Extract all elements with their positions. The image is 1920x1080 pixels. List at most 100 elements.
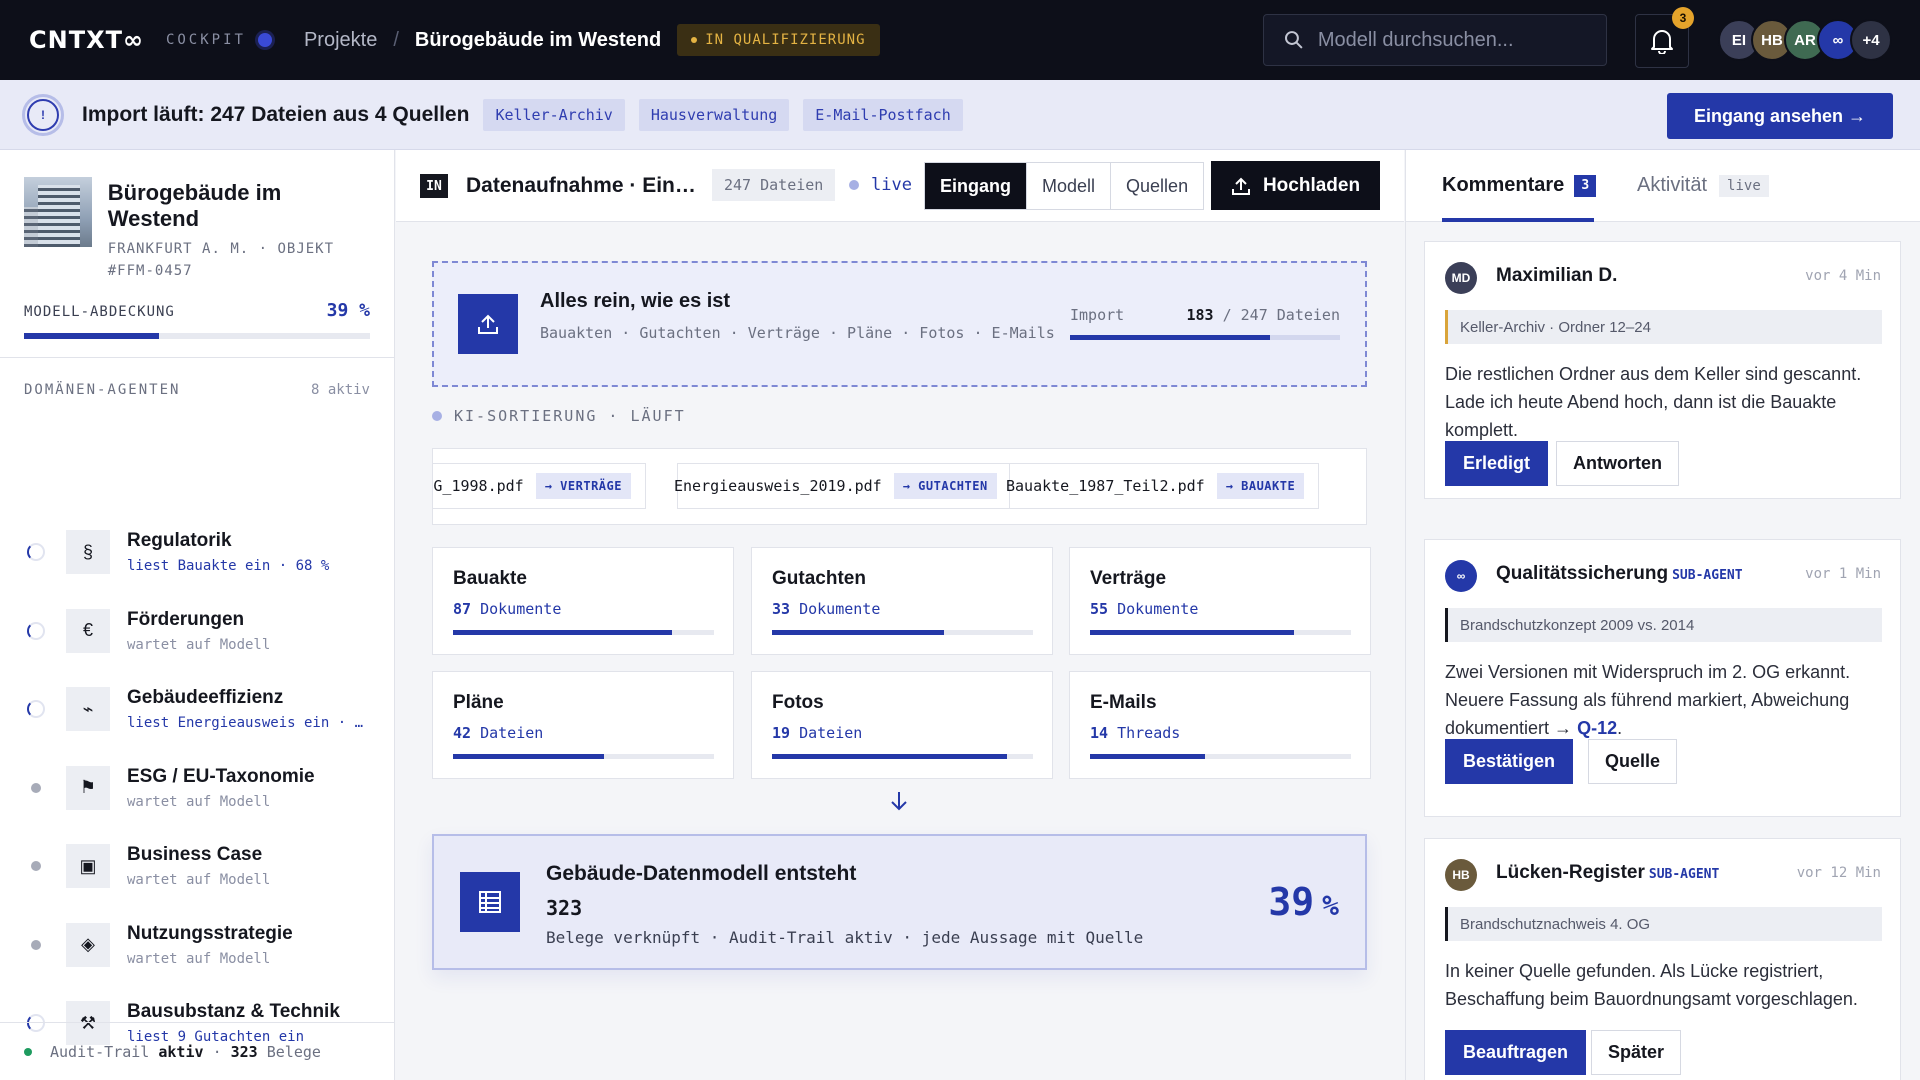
later-button[interactable]: Später [1591, 1030, 1682, 1075]
tab-activity[interactable]: Aktivität live [1637, 174, 1769, 197]
agent-item[interactable]: § Regulatorik liest Bauakte ein · 68 % [0, 522, 394, 582]
category-count: 42 Dateien [453, 724, 544, 742]
upload-icon [1231, 177, 1250, 195]
file-stream: Mietvertrag_EG_1998.pdf→ VERTRÄGE Energi… [432, 448, 1367, 525]
comment-source-quote[interactable]: Keller-Archiv · Ordner 12–24 [1445, 310, 1882, 344]
import-banner: ! Import läuft: 247 Dateien aus 4 Quelle… [0, 80, 1920, 150]
source-button[interactable]: Quelle [1588, 739, 1678, 784]
comment-author: Maximilian D. [1496, 265, 1618, 286]
agents-title: DOMÄNEN-AGENTEN [24, 382, 181, 398]
confirm-button[interactable]: Bestätigen [1445, 739, 1574, 784]
file-chip[interactable]: Energieausweis_2019.pdf → GUTACHTEN [674, 463, 1012, 509]
category-card[interactable]: Fotos 19 Dateien [751, 671, 1053, 779]
category-card[interactable]: Pläne 42 Dateien [432, 671, 734, 779]
import-progress: Import 183 / 247 Dateien [1070, 306, 1340, 340]
source-tag[interactable]: Keller-Archiv [483, 98, 625, 131]
database-icon [460, 872, 520, 932]
model-title: Gebäude-Datenmodell entsteht [546, 862, 857, 885]
agent-item[interactable]: ▣ Business Case wartet auf Modell [0, 836, 394, 896]
agent-icon: ▣ [66, 844, 110, 888]
right-tabs: Kommentare 3 Aktivität live [1406, 150, 1920, 222]
app-logo[interactable]: CNTXT∞ [29, 26, 144, 54]
reply-button[interactable]: Antworten [1556, 441, 1679, 486]
sub-agent-badge: SUB-AGENT [1648, 867, 1720, 882]
coverage-progress-bar [24, 333, 370, 339]
file-chip[interactable]: Mietvertrag_EG_1998.pdf→ VERTRÄGE [433, 463, 646, 509]
upload-button[interactable]: Hochladen [1211, 161, 1380, 210]
spinner-icon [26, 699, 46, 719]
comment-body: Zwei Versionen mit Widerspruch im 2. OG … [1445, 662, 1851, 738]
category-count: 55 Dokumente [1090, 600, 1199, 618]
status-dot-icon [691, 37, 698, 43]
project-status-label: IN QUALIFIZIERUNG [705, 32, 866, 48]
agent-item[interactable]: ⌁ Gebäudeeffizienz liest Energieausweis ei… [0, 679, 394, 739]
main-header: IN Datenaufnahme · Eingang 247 Dateien l… [396, 150, 1404, 222]
category-card[interactable]: E-Mails 14 Threads [1069, 671, 1371, 779]
coverage-label: MODELL-ABDECKUNG [24, 304, 175, 320]
notifications-button[interactable]: 3 [1635, 7, 1694, 68]
project-status-badge: IN QUALIFIZIERUNG [677, 24, 880, 56]
breadcrumb-current: Bürogebäude im Westend [414, 28, 662, 51]
ai-sorting-header: KI-SORTIERUNG · LÄUFT [432, 407, 686, 425]
agent-item[interactable]: ⚑ ESG / EU-Taxonomie wartet auf Modell [0, 758, 394, 818]
category-name: Verträge [1090, 568, 1167, 589]
tab-modell[interactable]: Modell [1026, 163, 1111, 209]
upload-dropzone[interactable]: Alles rein, wie es ist Bauakten · Gutach… [432, 261, 1367, 387]
category-card[interactable]: Verträge 55 Dokumente [1069, 547, 1371, 655]
category-tag: → VERTRÄGE [535, 473, 631, 499]
import-progress-icon: ! [22, 93, 64, 136]
inbox-badge: IN [420, 174, 448, 198]
comment-time: vor 1 Min [1805, 566, 1881, 582]
issue-reference-link[interactable]: Q-12 [1577, 718, 1617, 738]
search-input[interactable] [1317, 28, 1586, 52]
comment-body: In keiner Quelle gefunden. Als Lücke reg… [1445, 961, 1858, 1009]
category-progress-bar [772, 630, 1033, 635]
tab-comments[interactable]: Kommentare 3 [1442, 174, 1597, 197]
project-name: Bürogebäude im Westend [107, 180, 282, 231]
agent-icon: § [66, 530, 110, 574]
comment-author: Qualitätssicherung SUB-AGENT [1496, 563, 1743, 584]
import-progress-total: / 247 Dateien [1222, 306, 1340, 324]
view-inbox-button[interactable]: Eingang ansehen → [1667, 93, 1893, 139]
file-chip[interactable]: Bauakte_1987_Teil2.pdf → BAUAKTE [1006, 463, 1320, 509]
category-name: Gutachten [772, 568, 866, 589]
agent-name: ESG / EU-Taxonomie [127, 765, 315, 787]
comment-source-quote[interactable]: Brandschutzkonzept 2009 vs. 2014 [1445, 608, 1882, 642]
collaborator-avatars[interactable]: EI HB AR ∞ +4 [1718, 19, 1892, 61]
agent-item[interactable]: € Förderungen wartet auf Modell [0, 601, 394, 661]
agent-status: wartet auf Modell [127, 872, 271, 888]
tab-quellen[interactable]: Quellen [1110, 163, 1204, 209]
top-bar: CNTXT∞ COCKPIT Projekte / Bürogebäude im… [0, 0, 1920, 80]
idle-dot-icon [26, 778, 46, 798]
tab-eingang[interactable]: Eingang [925, 163, 1026, 209]
agent-item[interactable]: ◈ Nutzungsstrategie wartet auf Modell [0, 915, 394, 975]
breadcrumb-projects[interactable]: Projekte [304, 29, 377, 52]
agent-icon: ⌁ [66, 687, 110, 731]
category-progress-bar [1090, 754, 1351, 759]
dropzone-file-types: Bauakten · Gutachten · Verträge · Pläne … [540, 324, 1055, 342]
model-evidence-count: 323 [546, 896, 583, 920]
category-name: Fotos [772, 692, 824, 713]
category-card[interactable]: Bauakte 87 Dokumente [432, 547, 734, 655]
spinner-icon [26, 542, 46, 562]
data-model-card[interactable]: Gebäude-Datenmodell entsteht 323 Belege … [432, 834, 1367, 970]
comment-card: HB Lücken-Register SUB-AGENT vor 12 Min B… [1424, 838, 1901, 1080]
more-collaborators[interactable]: +4 [1850, 19, 1892, 61]
category-count: 87 Dokumente [453, 600, 562, 618]
import-status-title: Import läuft: 247 Dateien aus 4 Quellen [82, 102, 470, 126]
assign-button[interactable]: Beauftragen [1445, 1030, 1587, 1075]
active-tab-indicator [1442, 218, 1594, 222]
category-name: Bauakte [453, 568, 527, 589]
comment-source-quote[interactable]: Brandschutznachweis 4. OG [1445, 907, 1882, 941]
live-indicator: live [849, 175, 912, 195]
status-dot-icon [24, 1047, 32, 1056]
model-search[interactable] [1263, 14, 1607, 66]
done-button[interactable]: Erledigt [1445, 441, 1549, 486]
category-card[interactable]: Gutachten 33 Dokumente [751, 547, 1053, 655]
source-tag[interactable]: E-Mail-Postfach [803, 98, 963, 131]
project-thumbnail [24, 177, 92, 247]
agents-header: DOMÄNEN-AGENTEN 8 aktiv [0, 382, 394, 398]
source-tag[interactable]: Hausverwaltung [638, 98, 790, 131]
agent-status: liest Bauakte ein · 68 % [127, 558, 330, 574]
model-percent: 39% [1268, 880, 1339, 924]
